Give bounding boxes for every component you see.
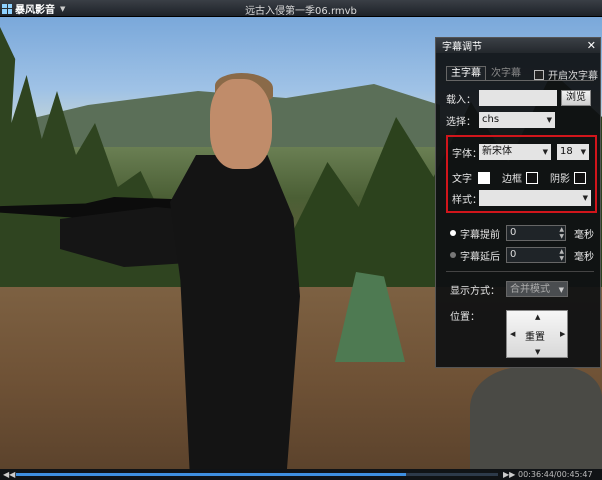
stepper-arrows-icon[interactable]: ▲ ▼	[559, 248, 564, 262]
load-input[interactable]	[479, 90, 557, 106]
font-size-select[interactable]: 18 ▼	[557, 144, 589, 160]
display-mode-row: 显示方式： 合并模式 ▼	[450, 281, 568, 297]
font-select[interactable]: 新宋体 ▼	[479, 144, 551, 160]
border-label: 边框	[502, 174, 522, 185]
chevron-down-icon: ▼	[542, 148, 548, 156]
enable-secondary-checkbox[interactable]	[534, 69, 544, 80]
title-bar: 暴风影音 ▼ 远古入侵第一季06.rmvb	[0, 0, 602, 17]
color-row: 文字 边框 阴影	[452, 170, 586, 185]
dialog-header: 字幕调节	[436, 38, 600, 53]
position-row: 位置：	[450, 308, 480, 323]
seek-bar-fill	[16, 473, 407, 476]
delay-radio[interactable]	[450, 252, 456, 258]
advance-radio[interactable]	[450, 230, 456, 236]
advance-stepper[interactable]: 0 ▲ ▼	[506, 225, 566, 241]
time-readout: 00:36:44/00:45:47	[518, 470, 593, 479]
shadow-color-swatch[interactable]	[574, 171, 586, 184]
arrow-left-icon[interactable]: ◀	[510, 330, 515, 338]
font-label: 字体：	[452, 148, 482, 160]
close-icon[interactable]: ✕	[587, 38, 596, 53]
stepper-arrows-icon[interactable]: ▲ ▼	[559, 226, 564, 240]
file-title: 远古入侵第一季06.rmvb	[245, 6, 357, 17]
fast-forward-icon[interactable]: ▶▶	[503, 469, 515, 480]
display-mode-value: 合并模式	[510, 284, 550, 295]
delay-unit: 毫秒	[574, 251, 594, 263]
tab-main-subtitle[interactable]: 主字幕	[446, 66, 486, 80]
advance-value: 0	[510, 227, 517, 238]
style-select[interactable]: ▼	[479, 190, 591, 206]
arrow-right-icon[interactable]: ▶	[560, 330, 565, 338]
load-label: 载入：	[446, 94, 476, 106]
browse-button[interactable]: 浏览	[561, 90, 591, 106]
select-row: 选择： chs ▼	[446, 112, 555, 128]
advance-label: 字幕提前	[460, 229, 500, 241]
video-person	[170, 155, 300, 469]
chevron-down-icon: ▼	[558, 286, 564, 294]
arrow-down-icon[interactable]: ▼	[535, 348, 540, 356]
advance-unit: 毫秒	[574, 229, 594, 241]
subtitle-select[interactable]: chs ▼	[479, 112, 555, 128]
subtitle-tabs: 主字幕 次字幕	[446, 66, 526, 80]
tab-secondary-subtitle[interactable]: 次字幕	[486, 66, 526, 80]
shadow-label: 阴影	[550, 174, 570, 185]
select-label: 选择：	[446, 116, 476, 128]
position-pad: ▲ ◀ 重置 ▶ ▼	[506, 310, 568, 358]
enable-secondary-toggle[interactable]: 开启次字幕	[534, 67, 598, 82]
border-color-swatch[interactable]	[526, 171, 538, 184]
font-select-value: 新宋体	[482, 146, 512, 157]
dialog-title: 字幕调节	[442, 42, 482, 53]
delay-label: 字幕延后	[460, 251, 500, 263]
video-rock	[470, 367, 602, 469]
delay-stepper[interactable]: 0 ▲ ▼	[506, 247, 566, 263]
font-size-value: 18	[560, 146, 573, 157]
display-mode-label: 显示方式：	[450, 285, 500, 297]
chevron-down-icon: ▼	[582, 194, 588, 202]
text-color-swatch[interactable]	[478, 171, 490, 184]
style-row: 样式： ▼	[452, 190, 591, 206]
rewind-icon[interactable]: ◀◀	[3, 469, 15, 480]
font-row: 字体： 新宋体 ▼ 18 ▼	[452, 144, 589, 160]
playback-bar: ◀◀ ▶▶ 00:36:44/00:45:47	[0, 469, 602, 480]
chevron-down-icon: ▼	[546, 116, 552, 124]
position-label: 位置：	[450, 312, 480, 323]
subtitle-select-value: chs	[482, 114, 500, 125]
style-label: 样式：	[452, 194, 482, 206]
text-color-label: 文字	[452, 174, 472, 185]
arrow-up-icon[interactable]: ▲	[535, 313, 540, 321]
load-row: 载入： 浏览	[446, 90, 591, 106]
display-mode-select[interactable]: 合并模式 ▼	[506, 281, 568, 297]
subtitle-dialog: 字幕调节 ✕ 主字幕 次字幕 开启次字幕 载入： 浏览 选择： chs ▼ 字体…	[435, 37, 601, 368]
seek-bar[interactable]	[16, 473, 498, 476]
reset-position-button[interactable]: 重置	[525, 328, 545, 343]
enable-secondary-label: 开启次字幕	[548, 71, 598, 82]
advance-row: 字幕提前 0 ▲ ▼ 毫秒	[450, 225, 594, 241]
delay-value: 0	[510, 249, 517, 260]
section-divider	[446, 271, 594, 272]
delay-row: 字幕延后 0 ▲ ▼ 毫秒	[450, 247, 594, 263]
video-head	[210, 79, 272, 169]
chevron-down-icon: ▼	[580, 148, 586, 156]
